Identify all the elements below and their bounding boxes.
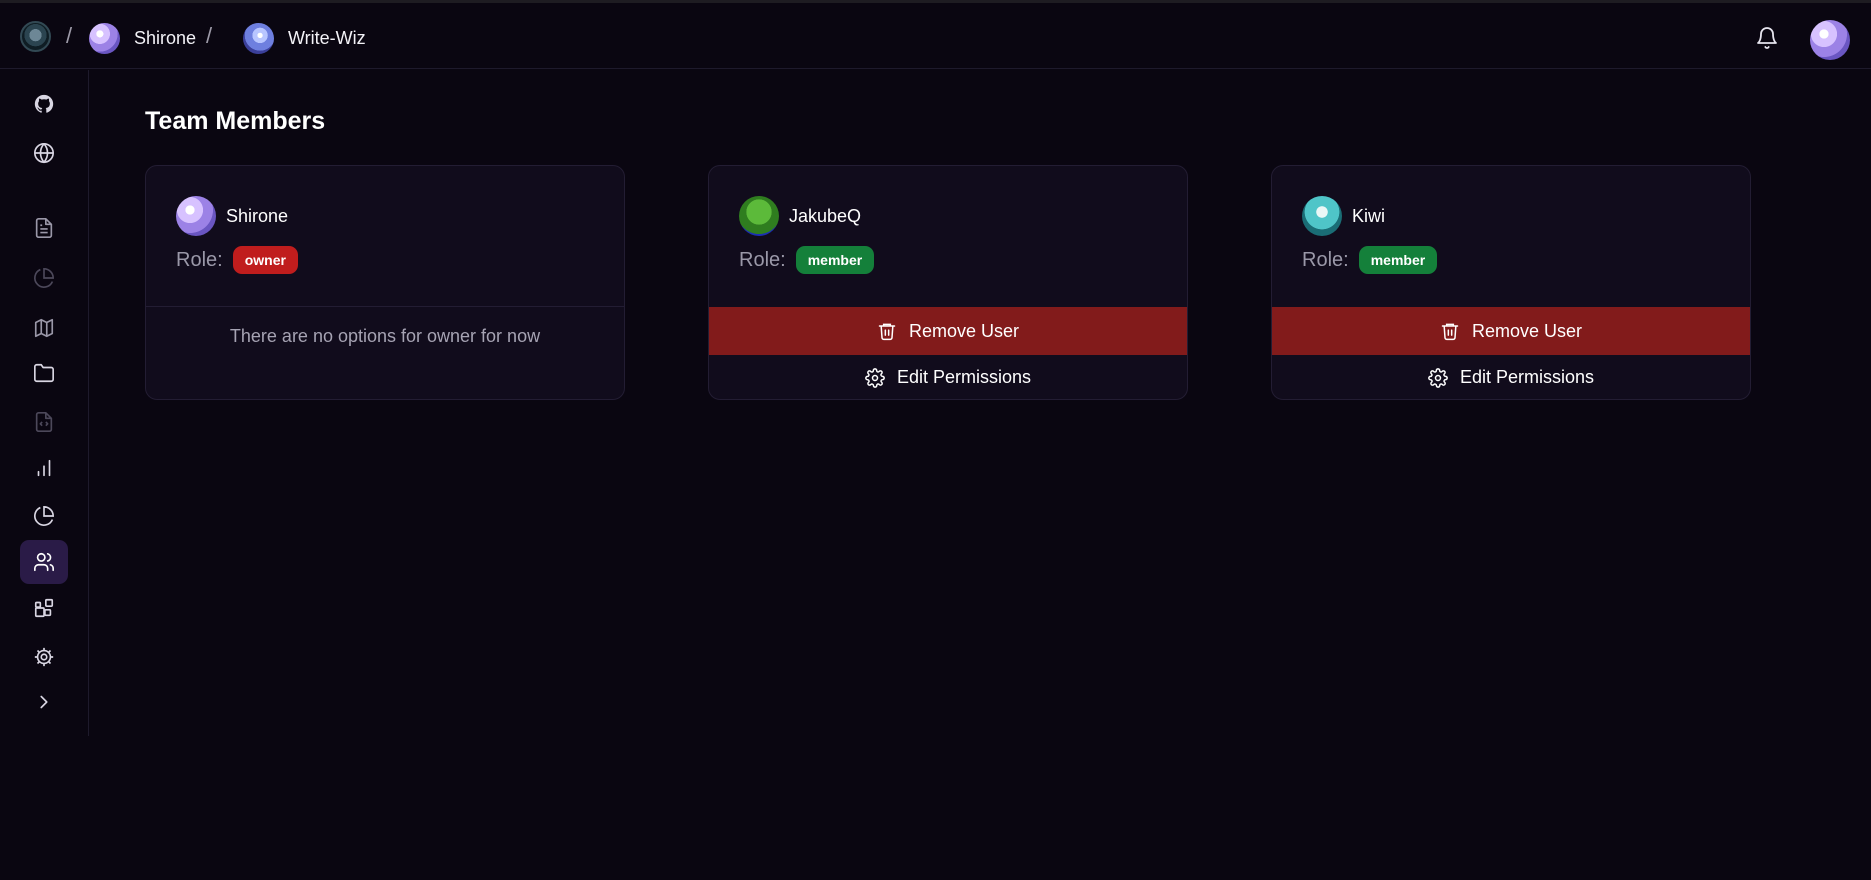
project-avatar — [243, 23, 274, 54]
page-title: Team Members — [145, 107, 326, 135]
member-card: Shirone Role: owner There are no options… — [145, 165, 625, 400]
trash-icon — [1441, 323, 1459, 341]
sidebar-item-github[interactable] — [20, 82, 68, 126]
role-label: Role: — [1302, 248, 1349, 271]
sidebar-item-team-members[interactable] — [20, 540, 68, 584]
map-icon — [34, 318, 54, 338]
member-name: JakubeQ — [789, 205, 862, 226]
org-avatar — [89, 23, 120, 54]
remove-user-button[interactable]: Remove User — [1272, 307, 1750, 355]
sidebar-item-settings[interactable] — [20, 635, 68, 679]
bar-chart-icon — [37, 459, 51, 477]
sidebar-item-documents[interactable] — [20, 206, 68, 250]
member-card: Kiwi Role: member Remove User Edit Permi… — [1271, 165, 1751, 400]
member-role: Role: member — [739, 246, 875, 274]
sidebar-item-map[interactable] — [20, 306, 68, 350]
sidebar-item-integrations[interactable] — [20, 586, 68, 630]
org-name: Shirone — [134, 28, 197, 48]
sidebar-item-analytics-disabled[interactable] — [20, 256, 68, 300]
role-badge: member — [795, 246, 875, 274]
top-bar: / Shirone / Write-Wiz — [0, 3, 1871, 69]
github-icon — [34, 94, 54, 113]
member-header: Shirone — [176, 196, 288, 236]
remove-user-label: Remove User — [1471, 320, 1583, 341]
pie-chart-icon — [34, 506, 54, 526]
sidebar-expand-button[interactable] — [20, 680, 68, 724]
folder-icon — [34, 363, 54, 383]
member-role: Role: owner — [176, 246, 298, 274]
gear-icon — [1428, 367, 1448, 388]
project-name: Write-Wiz — [288, 28, 366, 48]
users-icon — [34, 552, 54, 572]
sidebar — [0, 70, 89, 736]
remove-user-label: Remove User — [908, 320, 1020, 341]
app-logo-icon[interactable] — [20, 21, 51, 52]
role-label: Role: — [176, 248, 223, 271]
edit-permissions-label: Edit Permissions — [896, 367, 1032, 387]
member-card: JakubeQ Role: member Remove User Edit Pe… — [708, 165, 1188, 400]
user-avatar[interactable] — [1810, 20, 1850, 60]
sidebar-item-bar-chart[interactable] — [20, 446, 68, 490]
widgets-icon — [34, 598, 54, 618]
sidebar-item-pie-chart[interactable] — [20, 494, 68, 538]
breadcrumb-separator: / — [66, 23, 73, 48]
gear-icon — [34, 647, 54, 667]
edit-permissions-label: Edit Permissions — [1459, 367, 1595, 387]
sidebar-item-folder[interactable] — [20, 351, 68, 395]
edit-permissions-button[interactable]: Edit Permissions — [1272, 355, 1750, 399]
member-header: Kiwi — [1302, 196, 1385, 236]
breadcrumb-project[interactable]: Write-Wiz — [243, 23, 366, 54]
member-name: Shirone — [226, 205, 289, 226]
gear-icon — [865, 367, 885, 388]
edit-permissions-button[interactable]: Edit Permissions — [709, 355, 1187, 399]
member-name: Kiwi — [1352, 205, 1386, 226]
role-badge: member — [1358, 246, 1438, 274]
member-avatar — [739, 196, 779, 236]
sidebar-item-globe[interactable] — [20, 131, 68, 175]
trash-icon — [878, 323, 896, 341]
card-divider — [146, 306, 624, 307]
role-label: Role: — [739, 248, 786, 271]
no-options-text: There are no options for owner for now — [229, 326, 541, 346]
member-header: JakubeQ — [739, 196, 861, 236]
breadcrumb-separator: / — [206, 23, 213, 48]
chevron-right-icon — [40, 695, 48, 709]
member-avatar — [1302, 196, 1342, 236]
breadcrumb-org[interactable]: Shirone — [89, 23, 196, 54]
bell-icon[interactable] — [1755, 25, 1779, 51]
sidebar-item-code-disabled[interactable] — [20, 400, 68, 444]
globe-icon — [34, 143, 54, 164]
document-icon — [35, 218, 53, 238]
pie-chart-outline-icon — [34, 268, 54, 288]
member-role: Role: member — [1302, 246, 1438, 274]
code-file-icon — [35, 412, 53, 432]
role-badge: owner — [232, 246, 298, 274]
member-avatar — [176, 196, 216, 236]
remove-user-button[interactable]: Remove User — [709, 307, 1187, 355]
